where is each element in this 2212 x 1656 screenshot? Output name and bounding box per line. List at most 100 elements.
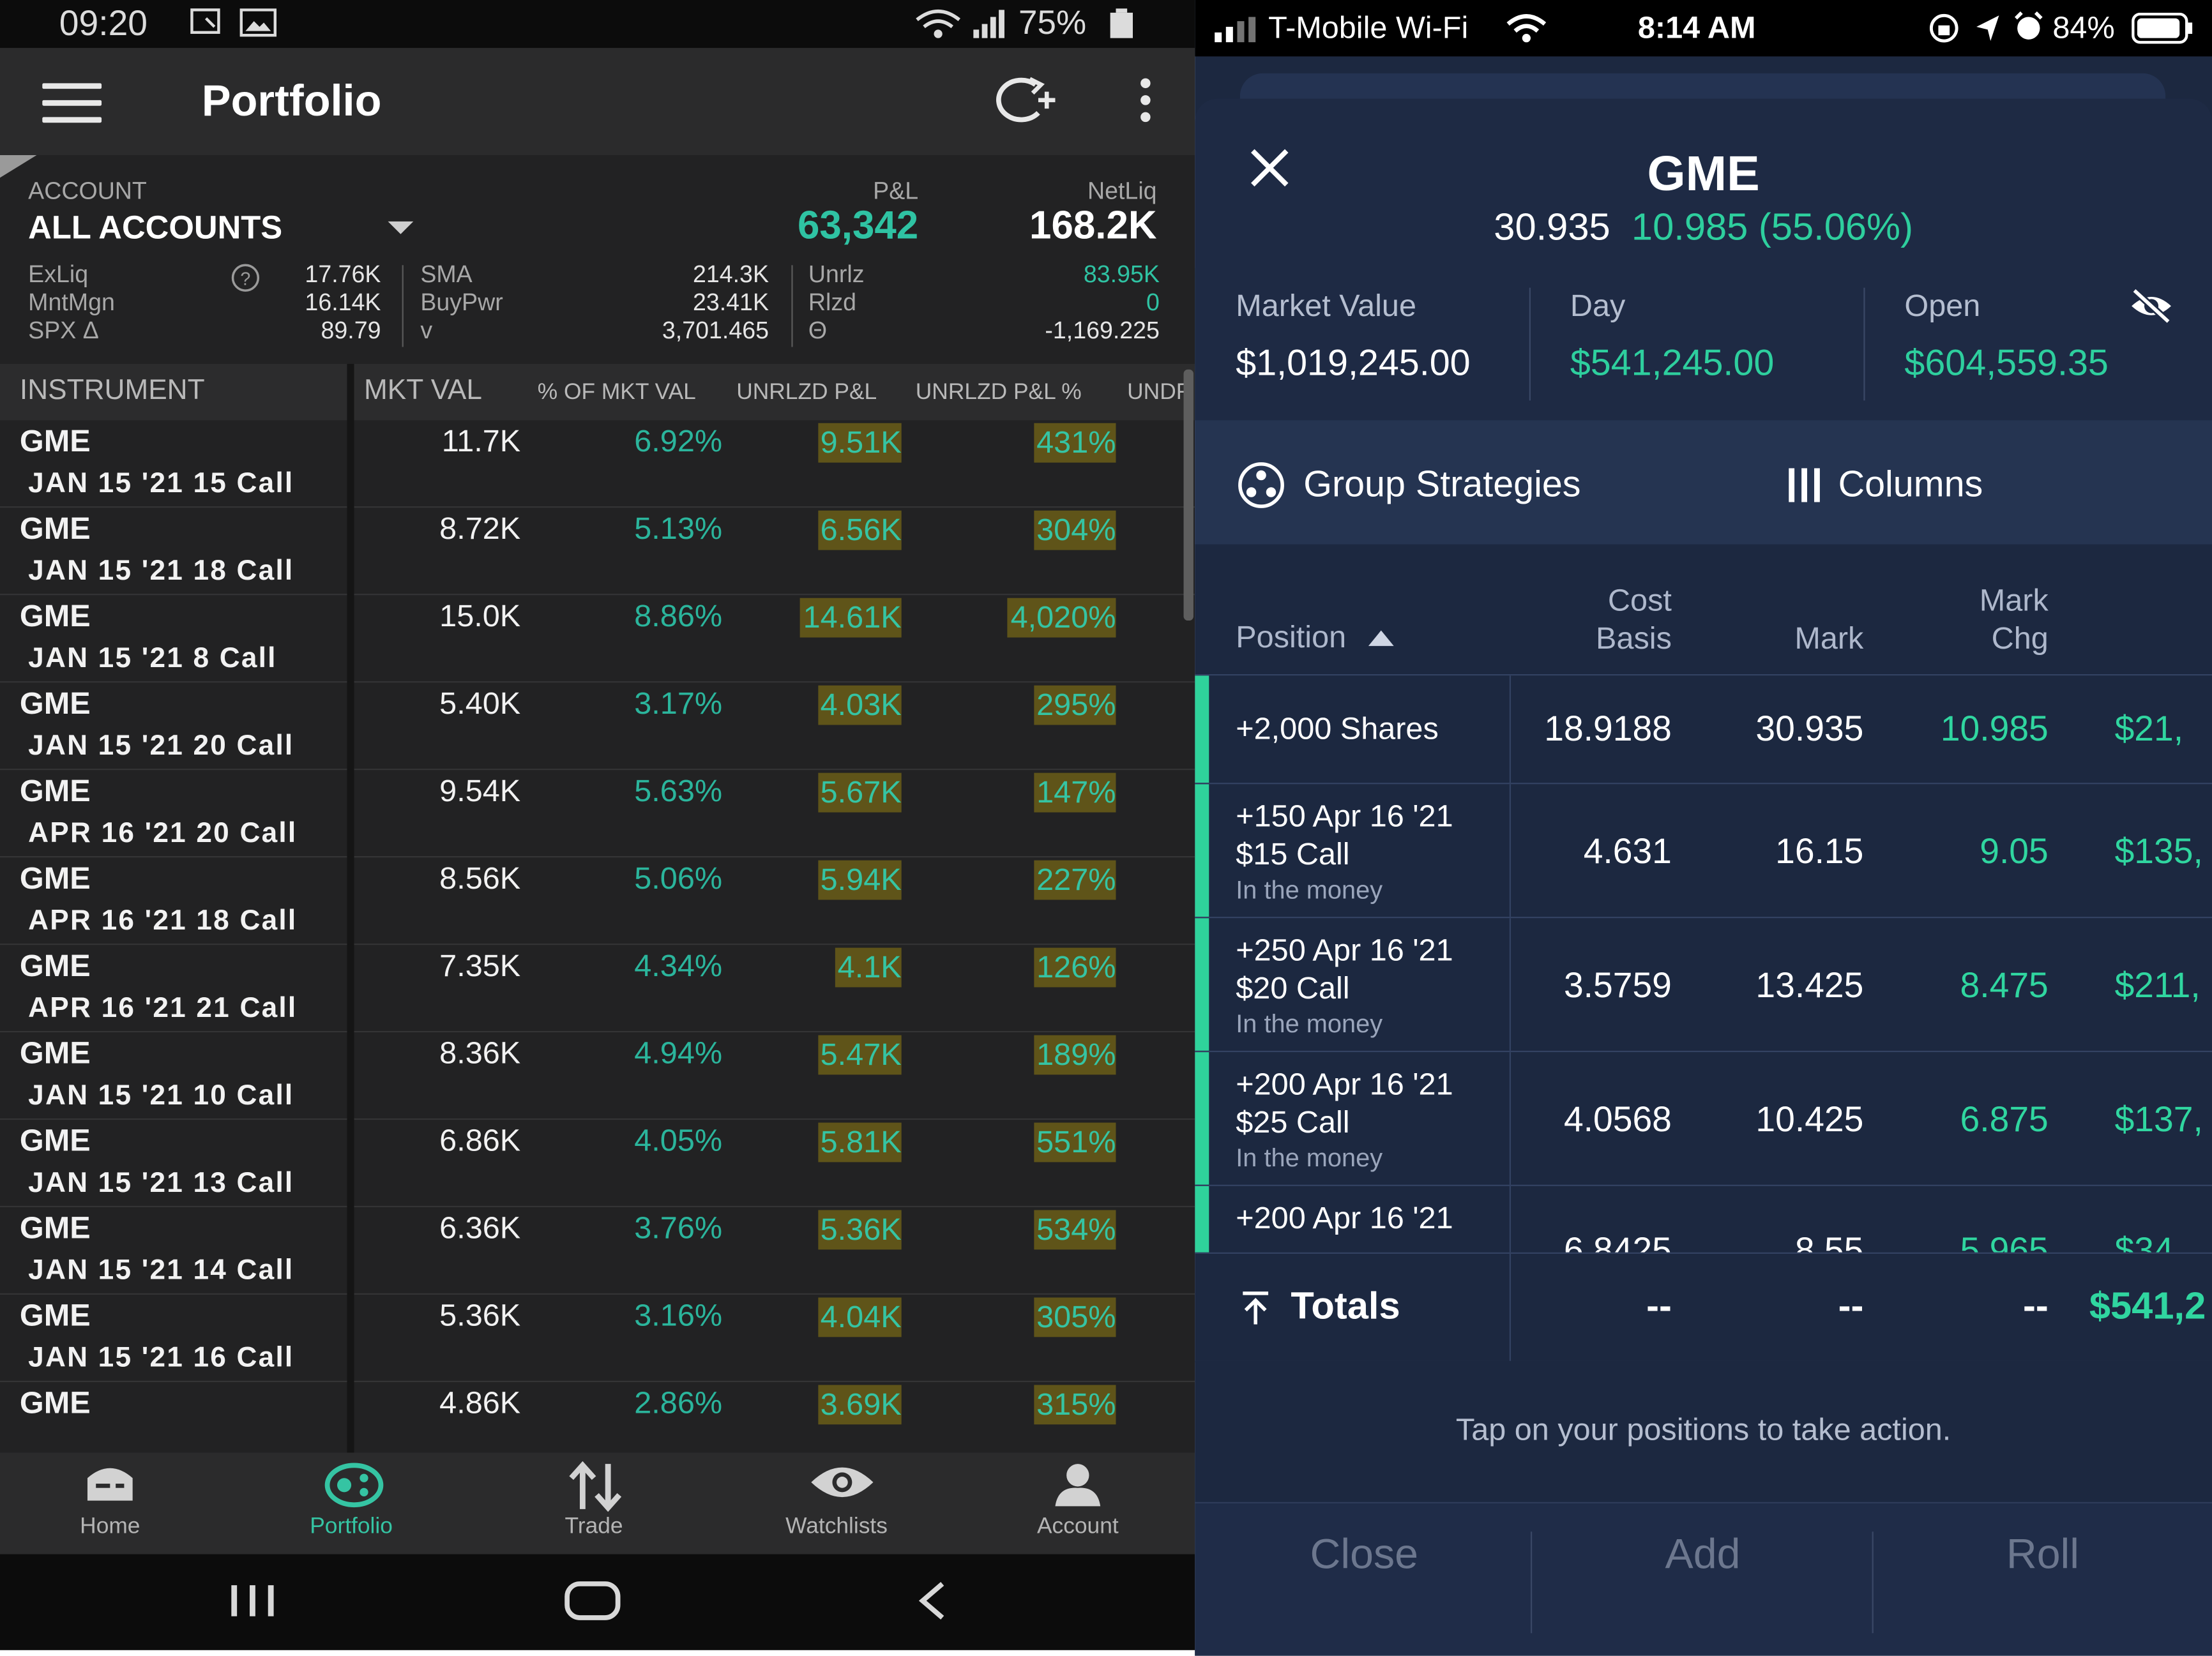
row-mkt-val: 5.40K [439, 685, 521, 721]
table-header: Position Cost Basis Mark Mark Chg [1195, 544, 2212, 674]
position-row[interactable]: GME JAN 15 '21 15 Call 11.7K 6.92% 9.51K 431% [0, 420, 1195, 508]
nav-account[interactable]: Account [958, 1452, 1195, 1554]
carrier: T-Mobile Wi-Fi [1268, 10, 1469, 45]
chevron-down-icon[interactable] [386, 220, 414, 237]
roll-position-button[interactable]: Roll [1874, 1532, 2212, 1579]
position-row[interactable]: GME JAN 15 '21 10 Call 8.36K 4.94% 5.47K 189% [0, 1032, 1195, 1120]
position-row[interactable]: GME JAN 15 '21 16 Call 5.36K 3.16% 4.04K 305% [0, 1295, 1195, 1382]
screenshot-stage: 09:20 75% Portfolio ACCOUNT ALL ACCOUNTS [0, 0, 2212, 1656]
stat-label: v [420, 317, 433, 345]
col-cost-basis[interactable]: Cost Basis [1596, 581, 1672, 657]
position-row[interactable]: GME APR 16 '21 21 Call 7.35K 4.34% 4.1K 126% [0, 945, 1195, 1032]
battery-icon [2132, 12, 2193, 44]
col-undr[interactable]: UNDR [1127, 380, 1192, 406]
row-divider [0, 769, 1195, 771]
row-pct-mkt-val: 5.63% [634, 772, 723, 808]
nav-label: Trade [564, 1514, 623, 1539]
position-moneyness: In the money [1236, 1009, 1383, 1038]
close-position-button[interactable]: Close [1195, 1532, 1533, 1579]
hide-values-icon[interactable] [2129, 288, 2174, 324]
row-pct-mkt-val: 6.92% [634, 423, 723, 458]
row-unrlzd-pl-pct: 227% [1033, 860, 1116, 900]
pl-value: $211, [2114, 966, 2201, 1006]
col-unrlzd-pl-pct[interactable]: UNRLZD P&L % [916, 380, 1082, 406]
row-unrlzd-pl: 6.56K [817, 510, 902, 550]
col-unrlzd-pl[interactable]: UNRLZD P&L [736, 380, 877, 406]
group-strategies-label: Group Strategies [1303, 462, 1581, 505]
col-mark-chg-line1: Mark [1979, 582, 2049, 618]
row-description: JAN 15 '21 20 Call [28, 730, 294, 762]
account-selector[interactable]: ALL ACCOUNTS [28, 209, 282, 247]
position-subtitle: $15 Call [1236, 836, 1350, 872]
position-row[interactable]: +150 Apr 16 '21 $15 Call In the money 4.631… [1195, 783, 2212, 919]
position-row[interactable]: +2,000 Shares 18.9188 30.935 10.985 $21, [1195, 674, 2212, 785]
account-label: ACCOUNT [28, 177, 147, 205]
mark-chg-value: 9.05 [1980, 832, 2049, 872]
nav-portfolio[interactable]: Portfolio [231, 1452, 471, 1554]
stat-value: 89.79 [321, 317, 381, 345]
col-instrument[interactable]: INSTRUMENT [20, 375, 205, 408]
position-row[interactable]: GME JAN 15 '21 13 Call 6.86K 4.05% 5.81K 551% [0, 1120, 1195, 1207]
position-row[interactable]: GME JAN 15 '21 14 Call 6.36K 3.76% 5.36K 534% [0, 1207, 1195, 1295]
pl-value: $137, [2114, 1100, 2203, 1140]
row-divider [0, 1293, 1195, 1295]
position-row[interactable]: GME APR 16 '21 18 Call 8.56K 5.06% 5.94K 227% [0, 857, 1195, 945]
nav-trade[interactable]: Trade [474, 1452, 714, 1554]
metric-label: Day [1570, 287, 1626, 323]
col-cost-basis-line2: Basis [1596, 621, 1672, 656]
mark-chg-value: 6.875 [1960, 1100, 2049, 1140]
col-mkt-val[interactable]: MKT VAL [364, 375, 482, 408]
row-divider [0, 594, 1195, 596]
col-mark[interactable]: Mark [1794, 619, 1863, 658]
scrollbar[interactable] [1183, 369, 1193, 621]
columns-label: Columns [1838, 462, 1983, 505]
refresh-add-icon[interactable] [990, 70, 1058, 139]
recent-apps-icon[interactable] [229, 1583, 280, 1619]
position-row[interactable]: +200 Apr 16 '21 $25 Call In the money 4.056… [1195, 1050, 2212, 1186]
back-icon[interactable] [914, 1579, 951, 1622]
position-indicator [1195, 1186, 1209, 1254]
col-position[interactable]: Position [1236, 618, 1395, 656]
position-moneyness: In the money [1236, 875, 1383, 905]
position-row[interactable]: +200 Apr 16 '21 6.8425 8.55 5.965 $34 [1195, 1184, 2212, 1254]
add-position-button[interactable]: Add [1533, 1532, 1872, 1579]
stats-row: SPX Δ 89.79 v 3,701.465 Θ -1,169.225 [0, 317, 1195, 345]
position-subtitle: $20 Call [1236, 970, 1350, 1006]
stat-label: Θ [808, 317, 828, 345]
position-row[interactable]: +250 Apr 16 '21 $20 Call In the money 3.575… [1195, 916, 2212, 1053]
positions-table-header: INSTRUMENT MKT VAL % OF MKT VAL UNRLZD P… [0, 363, 1195, 421]
nav-watchlists[interactable]: Watchlists [716, 1452, 957, 1554]
home-system-icon[interactable] [564, 1579, 621, 1622]
col-mark-chg[interactable]: Mark Chg [1980, 581, 2049, 657]
row-symbol: GME [19, 598, 91, 633]
nav-home[interactable]: Home [0, 1452, 230, 1554]
row-mkt-val: 11.7K [441, 423, 521, 458]
row-pct-mkt-val: 5.13% [634, 510, 723, 546]
more-options-icon[interactable] [1137, 76, 1155, 134]
row-divider [0, 506, 1195, 508]
status-bar: T-Mobile Wi-Fi 8:14 AM 84% [1195, 0, 2212, 57]
battery-icon [1109, 8, 1134, 49]
position-row[interactable]: GME APR 16 '21 20 Call 9.54K 5.63% 5.67K 147% [0, 770, 1195, 857]
mark-value: 8.55 [1794, 1231, 1864, 1254]
stat-value: 83.95K [1083, 260, 1160, 288]
divider [402, 265, 404, 347]
row-pct-mkt-val: 2.86% [634, 1385, 723, 1420]
col-pct-mkt-val[interactable]: % OF MKT VAL [538, 380, 696, 406]
col-mark-chg-line2: Chg [1991, 621, 2049, 656]
mark-value: 10.425 [1755, 1100, 1864, 1140]
position-row[interactable]: GME JAN 15 '21 20 Call 5.40K 3.17% 4.03K 295% [0, 682, 1195, 770]
position-row[interactable]: GME JAN 15 '21 8 Call 15.0K 8.86% 14.61K 4,02… [0, 595, 1195, 682]
row-unrlzd-pl-pct: 305% [1033, 1297, 1116, 1337]
alarm-icon [2014, 11, 2043, 40]
stat-label: MntMgn [28, 289, 115, 316]
metrics-bar: Market Value $1,019,245.00 Day $541,245.… [1195, 267, 2212, 421]
position-row[interactable]: GME JAN 15 '21 18 Call 8.72K 5.13% 6.56K 304% [0, 508, 1195, 595]
row-mkt-val: 5.36K [439, 1297, 521, 1333]
collapse-up-icon[interactable] [1240, 1290, 1271, 1327]
totals-row: Totals -- -- -- $541,2 [1195, 1252, 2212, 1363]
row-unrlzd-pl: 5.36K [817, 1210, 902, 1250]
row-symbol: GME [19, 947, 91, 983]
netliq-value: 168.2K [1029, 203, 1157, 247]
menu-icon[interactable] [42, 83, 102, 134]
